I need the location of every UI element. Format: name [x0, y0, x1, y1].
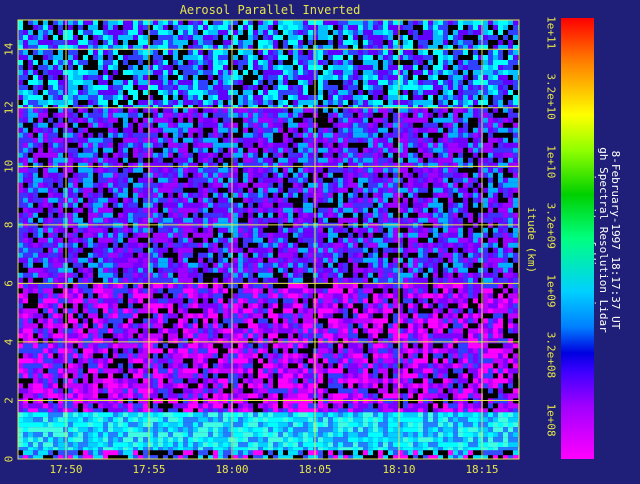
heatmap-layer-0 [18, 450, 523, 459]
y-tick-label: 12 [3, 101, 16, 114]
y-tick-label: 6 [3, 280, 16, 287]
heatmap-image [18, 20, 523, 459]
x-tick-label: 18:00 [215, 463, 248, 476]
colorbar-tick-label: 1e+10 [545, 145, 558, 178]
colorbar-tick-label: 1e+11 [545, 16, 558, 49]
colorbar [561, 18, 594, 459]
x-tick-label: 18:15 [465, 463, 498, 476]
heatmap-layer-4 [18, 20, 523, 108]
lidar-chart-stage: Aerosol Parallel Inverted 0 2 4 6 8 10 12 14 17… [0, 0, 640, 480]
colorbar-tick-label: 3.2e+08 [545, 332, 558, 378]
colorbar-tick-label: 3.2e+09 [545, 203, 558, 249]
colorbar-tick-label: 1e+08 [545, 404, 558, 437]
caption-line-3: 8-February-1997 18:17:37 UT [609, 151, 622, 330]
x-tick-label: 18:05 [298, 463, 331, 476]
heatmap-layer-3 [18, 108, 523, 284]
heatmap-layer-2 [18, 283, 523, 412]
colorbar-tick-label: 3.2e+10 [545, 73, 558, 119]
y-tick-label: 4 [3, 338, 16, 345]
heatmap-layer-1 [18, 412, 523, 450]
caption-line-2: gh Spectral Resolution Lidar [597, 147, 610, 333]
colorbar-ticks: 1e+08 3.2e+08 1e+09 3.2e+09 1e+10 3.2e+10 1e+1… [545, 16, 558, 437]
y-tick-label: 14 [3, 42, 16, 56]
y-tick-label: 2 [3, 397, 16, 404]
lidar-heatmap-chart: Aerosol Parallel Inverted 0 2 4 6 8 10 12 14 17… [0, 0, 640, 480]
y-axis-label: itude (km) [525, 207, 538, 273]
y-tick-label: 8 [3, 222, 16, 229]
colorbar-tick-label: 1e+09 [545, 274, 558, 307]
x-tick-label: 17:50 [49, 463, 82, 476]
x-tick-label: 18:10 [382, 463, 415, 476]
x-axis-ticks: 17:50 17:55 18:00 18:05 18:10 18:15 [49, 463, 498, 476]
y-tick-label: 10 [3, 160, 16, 173]
y-tick-label: 0 [3, 456, 16, 463]
y-axis-ticks: 0 2 4 6 8 10 12 14 [3, 42, 16, 462]
x-tick-label: 17:55 [132, 463, 165, 476]
chart-title: Aerosol Parallel Inverted [180, 3, 361, 17]
